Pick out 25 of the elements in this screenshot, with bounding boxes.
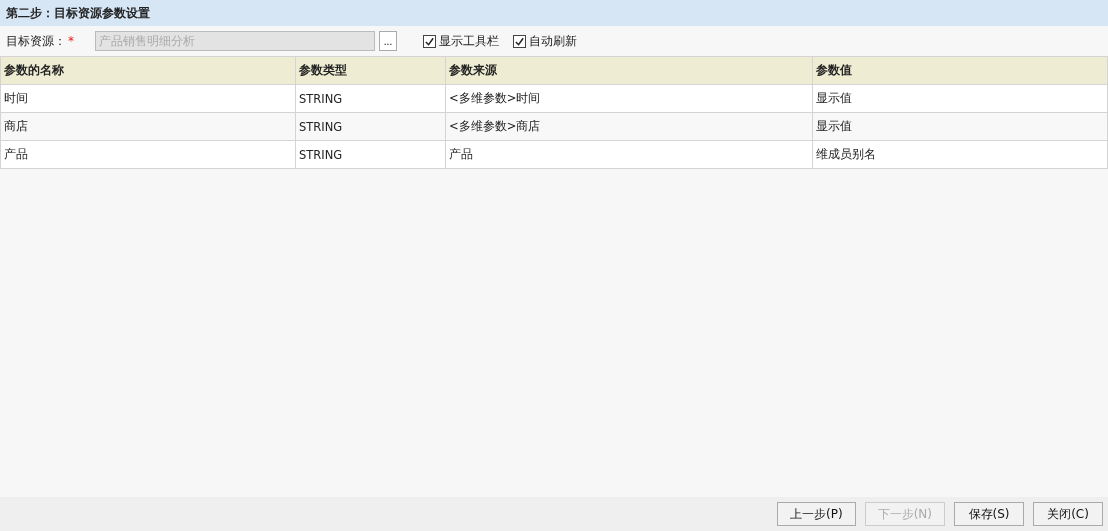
table-cell: 显示值 bbox=[812, 112, 1108, 141]
footer-button[interactable]: 上一步(P) bbox=[777, 502, 856, 526]
column-header: 参数类型 bbox=[295, 56, 446, 85]
step-title: 第二步：目标资源参数设置 bbox=[6, 4, 150, 22]
table-cell: 商店 bbox=[0, 112, 296, 141]
column-header: 参数值 bbox=[812, 56, 1108, 85]
table-cell: 产品 bbox=[0, 140, 296, 169]
table-cell: <多维参数>时间 bbox=[445, 84, 813, 113]
footer-button[interactable]: 关闭(C) bbox=[1033, 502, 1103, 526]
checkbox[interactable] bbox=[423, 34, 436, 48]
table-cell: <多维参数>商店 bbox=[445, 112, 813, 141]
target-label: 目标资源： * bbox=[6, 32, 75, 50]
column-header: 参数的名称 bbox=[0, 56, 296, 85]
table-cell: 维成员别名 bbox=[812, 140, 1108, 169]
table-cell: STRING bbox=[295, 112, 446, 141]
table-cell: 产品 bbox=[445, 140, 813, 169]
table-cell: STRING bbox=[295, 140, 446, 169]
footer-button[interactable]: 保存(S) bbox=[954, 502, 1024, 526]
table-cell: STRING bbox=[295, 84, 446, 113]
checkbox[interactable] bbox=[513, 34, 526, 48]
table-cell: 显示值 bbox=[812, 84, 1108, 113]
checkbox-label: 自动刷新 bbox=[529, 32, 577, 50]
column-header: 参数来源 bbox=[445, 56, 813, 85]
checkbox-label: 显示工具栏 bbox=[439, 32, 499, 50]
table-cell: 时间 bbox=[0, 84, 296, 113]
